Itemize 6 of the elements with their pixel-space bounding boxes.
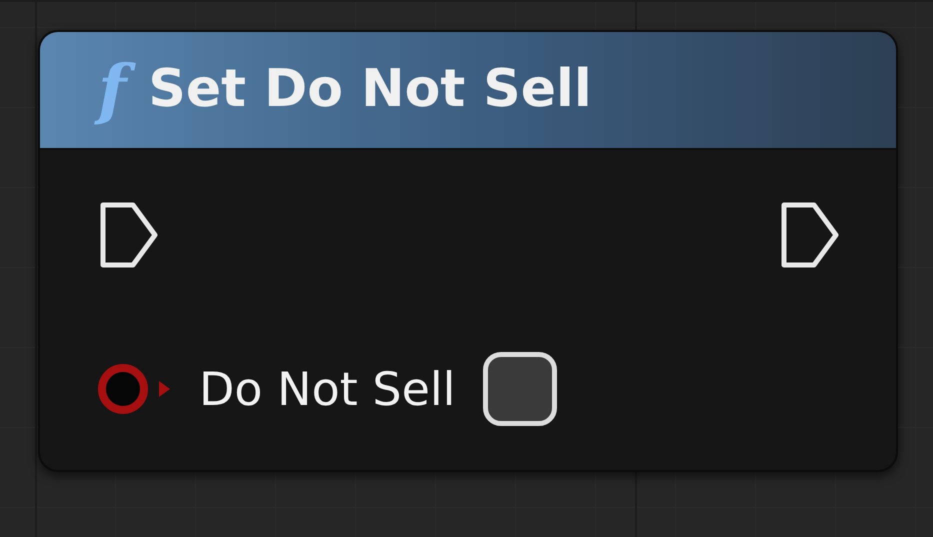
function-icon: f [90, 47, 140, 133]
node-title: Set Do Not Sell [148, 61, 592, 119]
checkbox[interactable] [483, 352, 558, 426]
function-node[interactable]: f Set Do Not Sell Do Not Sell [38, 30, 898, 472]
pin-label: Do Not Sell [199, 362, 456, 416]
pin-icon[interactable] [97, 361, 171, 417]
